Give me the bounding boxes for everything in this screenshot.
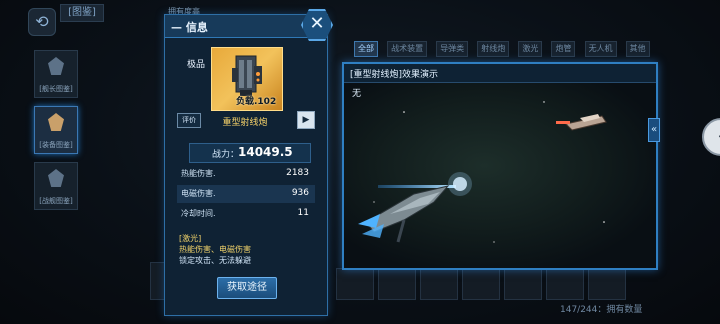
side-drawer-button[interactable]: ‹	[702, 118, 720, 156]
back-button[interactable]: ⟲	[28, 8, 56, 36]
stat-row-em: 电磁伤害. 936	[177, 185, 315, 203]
play-demo-button[interactable]: ▶	[297, 111, 315, 129]
tag-category: [激光]	[179, 234, 202, 243]
tag-effects: 锁定攻击、无法躲避	[179, 256, 251, 265]
stat-row-cooldown: 冷却时间. 11	[177, 205, 315, 223]
filter-tab-tactical[interactable]: 战术装置	[387, 41, 428, 57]
equipment-grid-item[interactable]	[378, 268, 416, 300]
info-title-text: 信息	[185, 21, 208, 34]
equipment-grid-item[interactable]	[504, 268, 542, 300]
effect-demo-panel: [重型射线炮]效果演示 无	[342, 62, 658, 270]
stat-label: 热能伤害.	[181, 169, 216, 178]
load-value: 负载.102	[236, 97, 277, 107]
sidebar-item-label: [装备图鉴]	[39, 141, 73, 149]
info-panel: — 信息 ✕ 极品 负载.102 评价 重型射线炮 ▶ 战力： 14049.5 …	[164, 9, 333, 316]
filter-tab-other[interactable]: 其他	[625, 41, 650, 57]
filter-tab-all[interactable]: 全部	[354, 41, 378, 57]
demo-collapse-button[interactable]: «	[648, 118, 660, 142]
evaluate-button[interactable]: 评价	[177, 113, 201, 128]
stat-value: 936	[291, 188, 309, 198]
sidebar-item-warship[interactable]: [战舰图鉴]	[34, 162, 78, 210]
tag-damage-types: 热能伤害、电磁伤害	[179, 245, 251, 254]
encyclopedia-tab[interactable]: [图鉴]	[60, 4, 104, 22]
weapon-tags: [激光] 热能伤害、电磁伤害 锁定攻击、无法躲避	[179, 233, 319, 266]
obtain-method-button[interactable]: 获取途径	[217, 277, 277, 299]
equipment-grid-item[interactable]	[588, 268, 626, 300]
weapon-name: 重型射线炮	[222, 118, 268, 128]
equipment-grid-item[interactable]	[336, 268, 374, 300]
sidebar-item-captain[interactable]: [舰长图鉴]	[34, 50, 78, 98]
close-icon: ✕	[309, 13, 325, 34]
captain-icon	[48, 57, 64, 75]
rarity-label: 极品	[187, 60, 206, 70]
stat-value: 11	[297, 208, 309, 218]
filter-tab-drone[interactable]: 无人机	[584, 41, 617, 57]
sidebar-item-label: [战舰图鉴]	[39, 197, 73, 205]
stat-value: 2183	[286, 168, 309, 178]
stat-label: 电磁伤害.	[181, 189, 216, 198]
equipment-card[interactable]: 负载.102	[211, 47, 283, 111]
filter-tab-barrel[interactable]: 炮管	[551, 41, 576, 57]
power-row: 战力： 14049.5	[189, 143, 311, 163]
demo-scene	[344, 82, 656, 268]
demo-title: [重型射线炮]效果演示	[350, 70, 439, 80]
demo-header: [重型射线炮]效果演示	[344, 64, 656, 83]
equipment-icon	[48, 113, 64, 131]
filter-tabs: 全部 战术装置 导弹类 射线炮 激光 炮管 无人机 其他	[354, 36, 654, 57]
equipment-grid-item[interactable]	[420, 268, 458, 300]
equipment-grid-item[interactable]	[546, 268, 584, 300]
filter-tab-missile[interactable]: 导弹类	[436, 41, 469, 57]
power-value: 14049.5	[238, 145, 293, 159]
double-chevron-left-icon: «	[650, 124, 658, 135]
warship-icon	[48, 169, 64, 187]
filter-tab-ray[interactable]: 射线炮	[477, 41, 510, 57]
demo-content-text: 无	[352, 89, 362, 99]
power-label: 战力：	[212, 150, 240, 160]
equipment-grid-item[interactable]	[462, 268, 500, 300]
filter-tab-laser[interactable]: 激光	[518, 41, 543, 57]
sidebar-item-label: [舰长图鉴]	[39, 85, 73, 93]
play-icon: ▶	[302, 115, 310, 125]
back-arrow-icon: ⟲	[35, 12, 49, 31]
owned-count: 147/244：拥有数量	[560, 305, 643, 315]
stat-label: 冷却时间.	[181, 209, 216, 218]
stat-row-thermal: 热能伤害. 2183	[177, 165, 315, 183]
heavy-ray-cannon-icon	[232, 55, 262, 96]
info-title: — 信息	[171, 21, 208, 34]
sidebar-item-equipment[interactable]: [装备图鉴]	[34, 106, 78, 154]
